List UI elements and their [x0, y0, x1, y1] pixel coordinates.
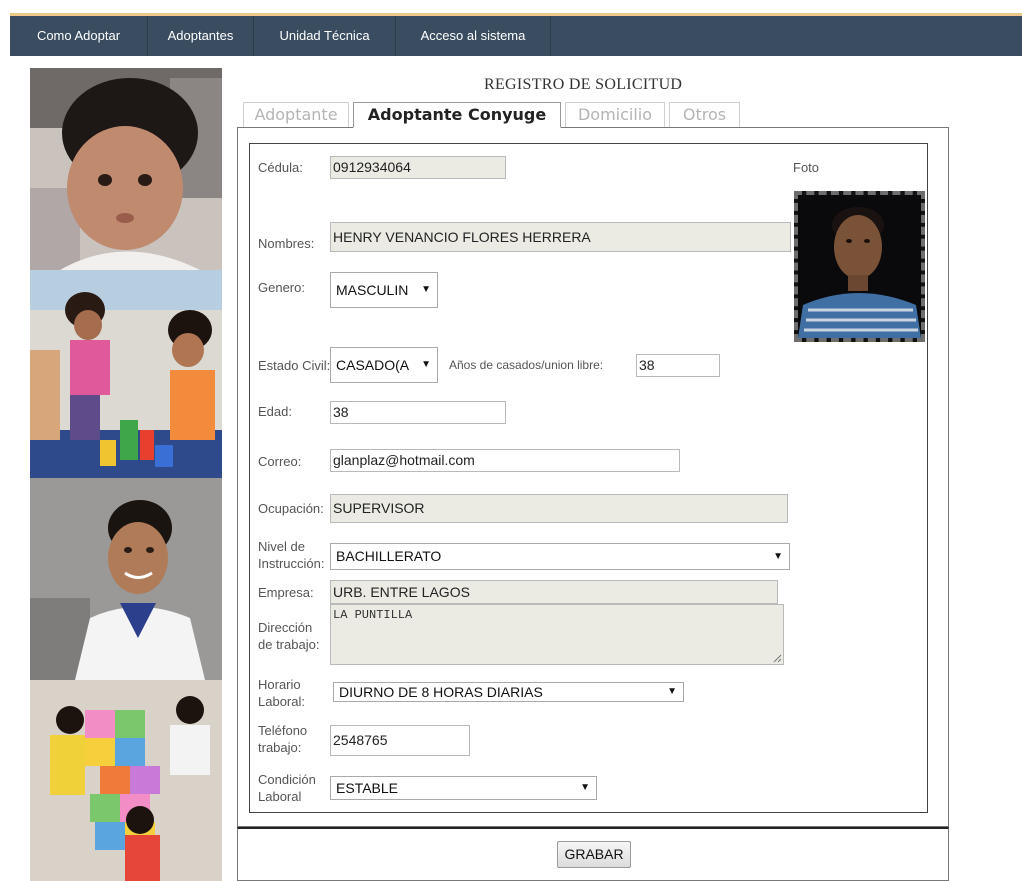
- condicion-laboral-label-line1: Condición: [258, 772, 316, 787]
- condicion-laboral-select[interactable]: ESTABLE ▼: [330, 776, 597, 800]
- tab-adoptante[interactable]: Adoptante: [243, 102, 349, 128]
- spouse-photo: [794, 191, 925, 342]
- anios-casados-label: Años de casados/union libre:: [449, 358, 604, 372]
- horario-laboral-label-line2: Laboral:: [258, 694, 305, 709]
- nav-item-unidad-tecnica[interactable]: Unidad Técnica: [254, 16, 396, 56]
- ocupacion-field[interactable]: SUPERVISOR: [330, 494, 788, 523]
- tab-domicilio[interactable]: Domicilio: [565, 102, 665, 128]
- horario-laboral-select-value: DIURNO DE 8 HORAS DIARIAS: [339, 684, 543, 700]
- tab-otros[interactable]: Otros: [669, 102, 740, 128]
- telefono-trabajo-label-line2: trabajo:: [258, 740, 302, 755]
- direccion-trabajo-value: LA PUNTILLA: [333, 608, 413, 622]
- estado-civil-label: Estado Civil:: [258, 358, 331, 373]
- chevron-down-icon: ▼: [773, 551, 783, 562]
- telefono-trabajo-label-line1: Teléfono: [258, 723, 308, 738]
- chevron-down-icon: ▼: [667, 686, 677, 697]
- chevron-down-icon: ▼: [421, 284, 431, 295]
- chevron-down-icon: ▼: [421, 359, 431, 370]
- spouse-photo-image: [798, 195, 921, 338]
- cedula-field[interactable]: 0912934064: [330, 156, 506, 179]
- condicion-laboral-select-value: ESTABLE: [336, 780, 398, 796]
- estado-civil-select[interactable]: CASADO(A ▼: [330, 347, 438, 383]
- nivel-instruccion-select-value: BACHILLERATO: [336, 548, 442, 564]
- horario-laboral-label-line1: Horario: [258, 677, 301, 692]
- genero-label: Genero:: [258, 280, 305, 295]
- top-nav-bar: Como Adoptar Adoptantes Unidad Técnica A…: [10, 13, 1022, 56]
- nivel-instruccion-label-line2: Instrucción:: [258, 556, 325, 571]
- children-playing-photo: [30, 270, 222, 478]
- nav-item-adoptantes[interactable]: Adoptantes: [148, 16, 254, 56]
- horario-laboral-select[interactable]: DIURNO DE 8 HORAS DIARIAS ▼: [333, 682, 684, 702]
- nombres-label: Nombres:: [258, 236, 315, 251]
- direccion-trabajo-label-line2: de trabajo:: [258, 637, 320, 652]
- nivel-instruccion-label-line1: Nivel de: [258, 539, 305, 554]
- nivel-instruccion-select[interactable]: BACHILLERATO ▼: [330, 543, 790, 570]
- empresa-field[interactable]: URB. ENTRE LAGOS: [330, 580, 778, 604]
- photo-collage: [30, 68, 222, 881]
- anios-casados-field[interactable]: 38: [636, 354, 720, 377]
- form-title: REGISTRO DE SOLICITUD: [484, 76, 683, 93]
- direccion-trabajo-textarea[interactable]: LA PUNTILLA: [330, 604, 784, 665]
- boy-smiling-photo: [30, 478, 222, 680]
- correo-label: Correo:: [258, 454, 302, 469]
- baby-photo: [30, 68, 222, 270]
- ocupacion-label: Ocupación:: [258, 501, 324, 516]
- correo-field[interactable]: glanplaz@hotmail.com: [330, 449, 680, 472]
- estado-civil-select-value: CASADO(A: [336, 357, 410, 373]
- kids-foam-mat-photo: [30, 680, 222, 881]
- cedula-label: Cédula:: [258, 160, 303, 175]
- condicion-laboral-label-line2: Laboral: [258, 789, 302, 804]
- resize-grip-icon[interactable]: [773, 654, 782, 663]
- nav-item-acceso-al-sistema[interactable]: Acceso al sistema: [396, 16, 551, 56]
- genero-select[interactable]: MASCULIN ▼: [330, 272, 438, 308]
- genero-select-value: MASCULIN: [336, 282, 409, 298]
- telefono-trabajo-field[interactable]: 2548765: [330, 725, 470, 756]
- empresa-label: Empresa:: [258, 585, 314, 600]
- tab-adoptante-conyuge[interactable]: Adoptante Conyuge: [353, 102, 561, 128]
- grabar-button[interactable]: GRABAR: [557, 841, 631, 868]
- nombres-field[interactable]: HENRY VENANCIO FLORES HERRERA: [330, 222, 791, 252]
- edad-field[interactable]: 38: [330, 401, 506, 424]
- chevron-down-icon: ▼: [580, 782, 590, 793]
- edad-label: Edad:: [258, 404, 292, 419]
- foto-label: Foto: [793, 160, 820, 175]
- nav-item-como-adoptar[interactable]: Como Adoptar: [10, 16, 148, 56]
- direccion-trabajo-label-line1: Dirección: [258, 620, 313, 635]
